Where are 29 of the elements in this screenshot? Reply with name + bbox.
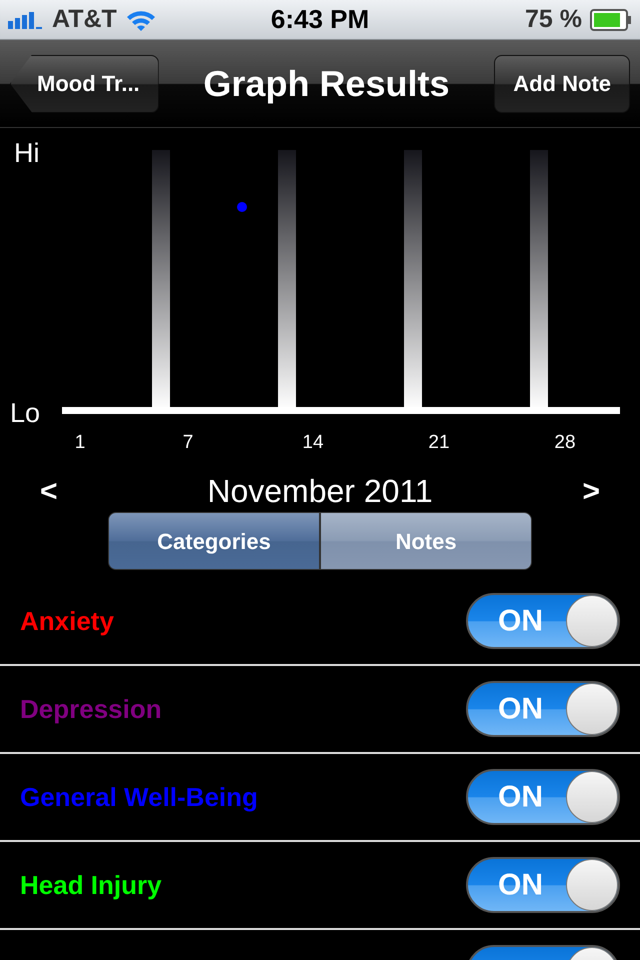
back-button[interactable]: Mood Tr... xyxy=(10,54,159,112)
previous-month-button[interactable]: < xyxy=(40,468,58,514)
category-label: Depression xyxy=(20,692,162,726)
toggle-switch[interactable]: ON xyxy=(466,681,620,737)
segment-tab[interactable]: Notes xyxy=(320,512,532,570)
x-axis-label: 7 xyxy=(182,432,194,453)
data-point xyxy=(237,202,247,212)
y-axis-label: Lo xyxy=(10,398,40,428)
toggle-switch[interactable]: ON xyxy=(466,857,620,913)
nav-title: Graph Results xyxy=(203,62,450,106)
status-time: 6:43 PM xyxy=(270,3,370,36)
category-label: Anxiety xyxy=(20,604,114,638)
month-title: November 2011 xyxy=(207,472,433,511)
toggle-switch[interactable]: ON xyxy=(466,769,620,825)
x-axis-label: 1 xyxy=(74,432,86,453)
toggle-switch[interactable]: ON xyxy=(466,593,620,649)
segment-tab[interactable]: Categories xyxy=(108,512,320,570)
signal-icon xyxy=(8,10,44,28)
x-axis-label: 28 xyxy=(554,432,576,453)
next-month-button[interactable]: > xyxy=(582,468,600,514)
category-label: General Well-Being xyxy=(20,780,258,814)
battery-percent: 75 % xyxy=(525,4,582,35)
x-axis-label: 21 xyxy=(428,432,450,453)
add-note-button[interactable]: Add Note xyxy=(494,54,630,112)
x-axis-label: 14 xyxy=(302,432,324,453)
category-label: Head Injury xyxy=(20,868,162,902)
battery-icon xyxy=(590,8,632,30)
y-axis-label: Hi xyxy=(14,138,40,168)
carrier-name: AT&T xyxy=(52,4,117,35)
